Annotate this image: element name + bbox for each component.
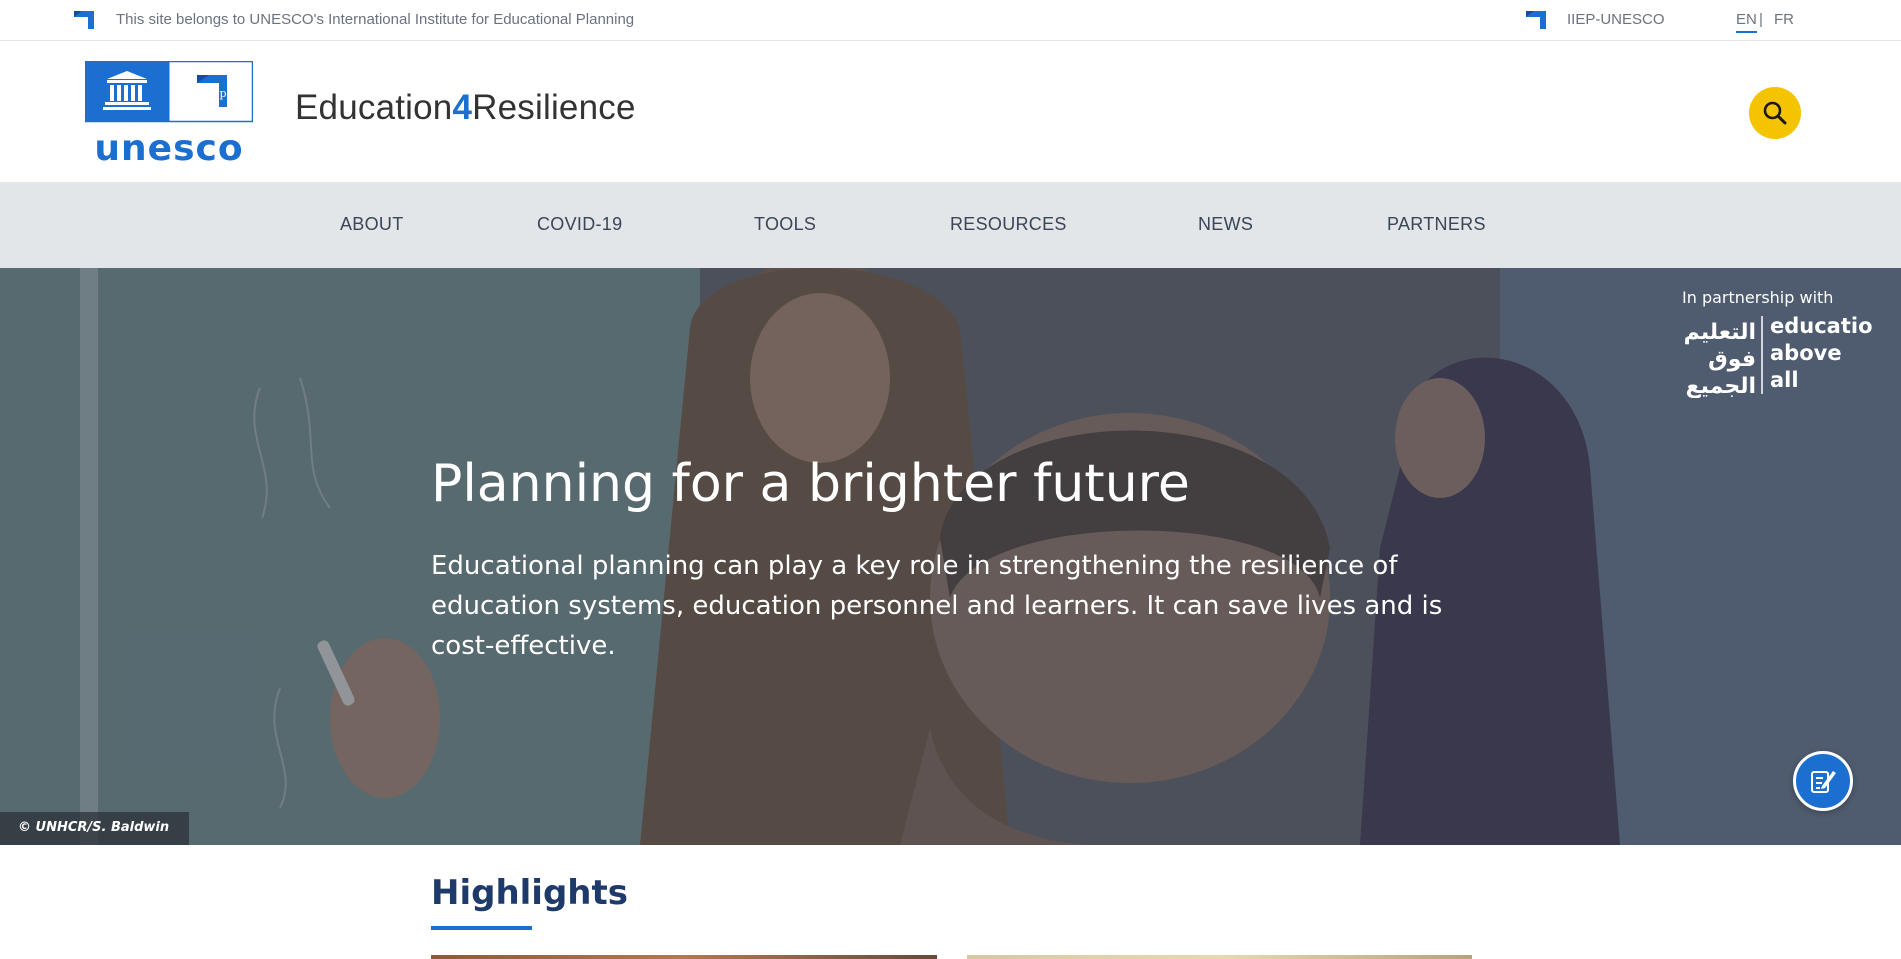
hero-description: Educational planning can play a key role… bbox=[431, 551, 1443, 661]
feedback-button[interactable] bbox=[1793, 751, 1853, 811]
highlight-card-2[interactable] bbox=[967, 955, 1472, 959]
svg-text:education: education bbox=[1770, 314, 1872, 338]
search-button[interactable] bbox=[1749, 87, 1801, 139]
site-title-part-2: 4 bbox=[452, 88, 473, 127]
main-nav: ABOUT COVID-19 TOOLS RESOURCES NEWS PART… bbox=[0, 182, 1901, 268]
site-title-part-1: Education bbox=[295, 88, 453, 127]
iiep-flag-icon[interactable] bbox=[1524, 9, 1548, 31]
highlights-underline bbox=[431, 926, 532, 930]
unesco-iiep-logo[interactable]: iiep unesco bbox=[85, 61, 253, 165]
nav-item-resources[interactable]: RESOURCES bbox=[950, 214, 1067, 235]
svg-text:above: above bbox=[1770, 341, 1842, 365]
nav-item-covid-19[interactable]: COVID-19 bbox=[537, 214, 622, 235]
logo-unesco-text: unesco bbox=[94, 128, 243, 165]
site-title[interactable]: Education4Resilience bbox=[295, 88, 636, 128]
svg-text:فوق: فوق bbox=[1708, 347, 1756, 372]
language-en-link[interactable]: EN bbox=[1736, 11, 1757, 33]
language-fr-link[interactable]: FR bbox=[1774, 11, 1794, 28]
svg-text:الجميع: الجميع bbox=[1686, 374, 1756, 398]
partnership-badge[interactable]: In partnership with التعليم فوق الجميع e… bbox=[1682, 288, 1872, 398]
iiep-unesco-link[interactable]: IIEP-UNESCO bbox=[1567, 11, 1665, 28]
ownership-bar: This site belongs to UNESCO's Internatio… bbox=[0, 0, 1901, 41]
nav-item-about[interactable]: ABOUT bbox=[340, 214, 404, 235]
language-separator: | bbox=[1759, 11, 1763, 28]
nav-item-tools[interactable]: TOOLS bbox=[754, 214, 816, 235]
ownership-text: This site belongs to UNESCO's Internatio… bbox=[116, 11, 635, 28]
photo-credit: © UNHCR/S. Baldwin bbox=[0, 812, 190, 845]
site-header: iiep unesco Education4Resilience bbox=[0, 41, 1901, 182]
logo-iiep-text: iiep bbox=[206, 87, 227, 100]
svg-text:التعليم: التعليم bbox=[1684, 320, 1756, 345]
partnership-label: In partnership with bbox=[1682, 288, 1834, 307]
nav-item-partners[interactable]: PARTNERS bbox=[1387, 214, 1486, 235]
site-title-part-3: Resilience bbox=[472, 88, 636, 127]
nav-item-news[interactable]: NEWS bbox=[1198, 214, 1253, 235]
iiep-flag-icon bbox=[74, 11, 94, 29]
hero-banner: In partnership with التعليم فوق الجميع e… bbox=[0, 268, 1901, 845]
highlights-heading: Highlights bbox=[431, 873, 628, 913]
hero-title: Planning for a brighter future bbox=[431, 454, 1190, 514]
education-above-all-logo: التعليم فوق الجميع education above all bbox=[1684, 314, 1872, 398]
svg-text:all: all bbox=[1770, 368, 1799, 392]
highlight-card-1[interactable] bbox=[431, 955, 937, 959]
feedback-pen-icon bbox=[1811, 771, 1836, 793]
search-icon bbox=[1763, 101, 1787, 125]
